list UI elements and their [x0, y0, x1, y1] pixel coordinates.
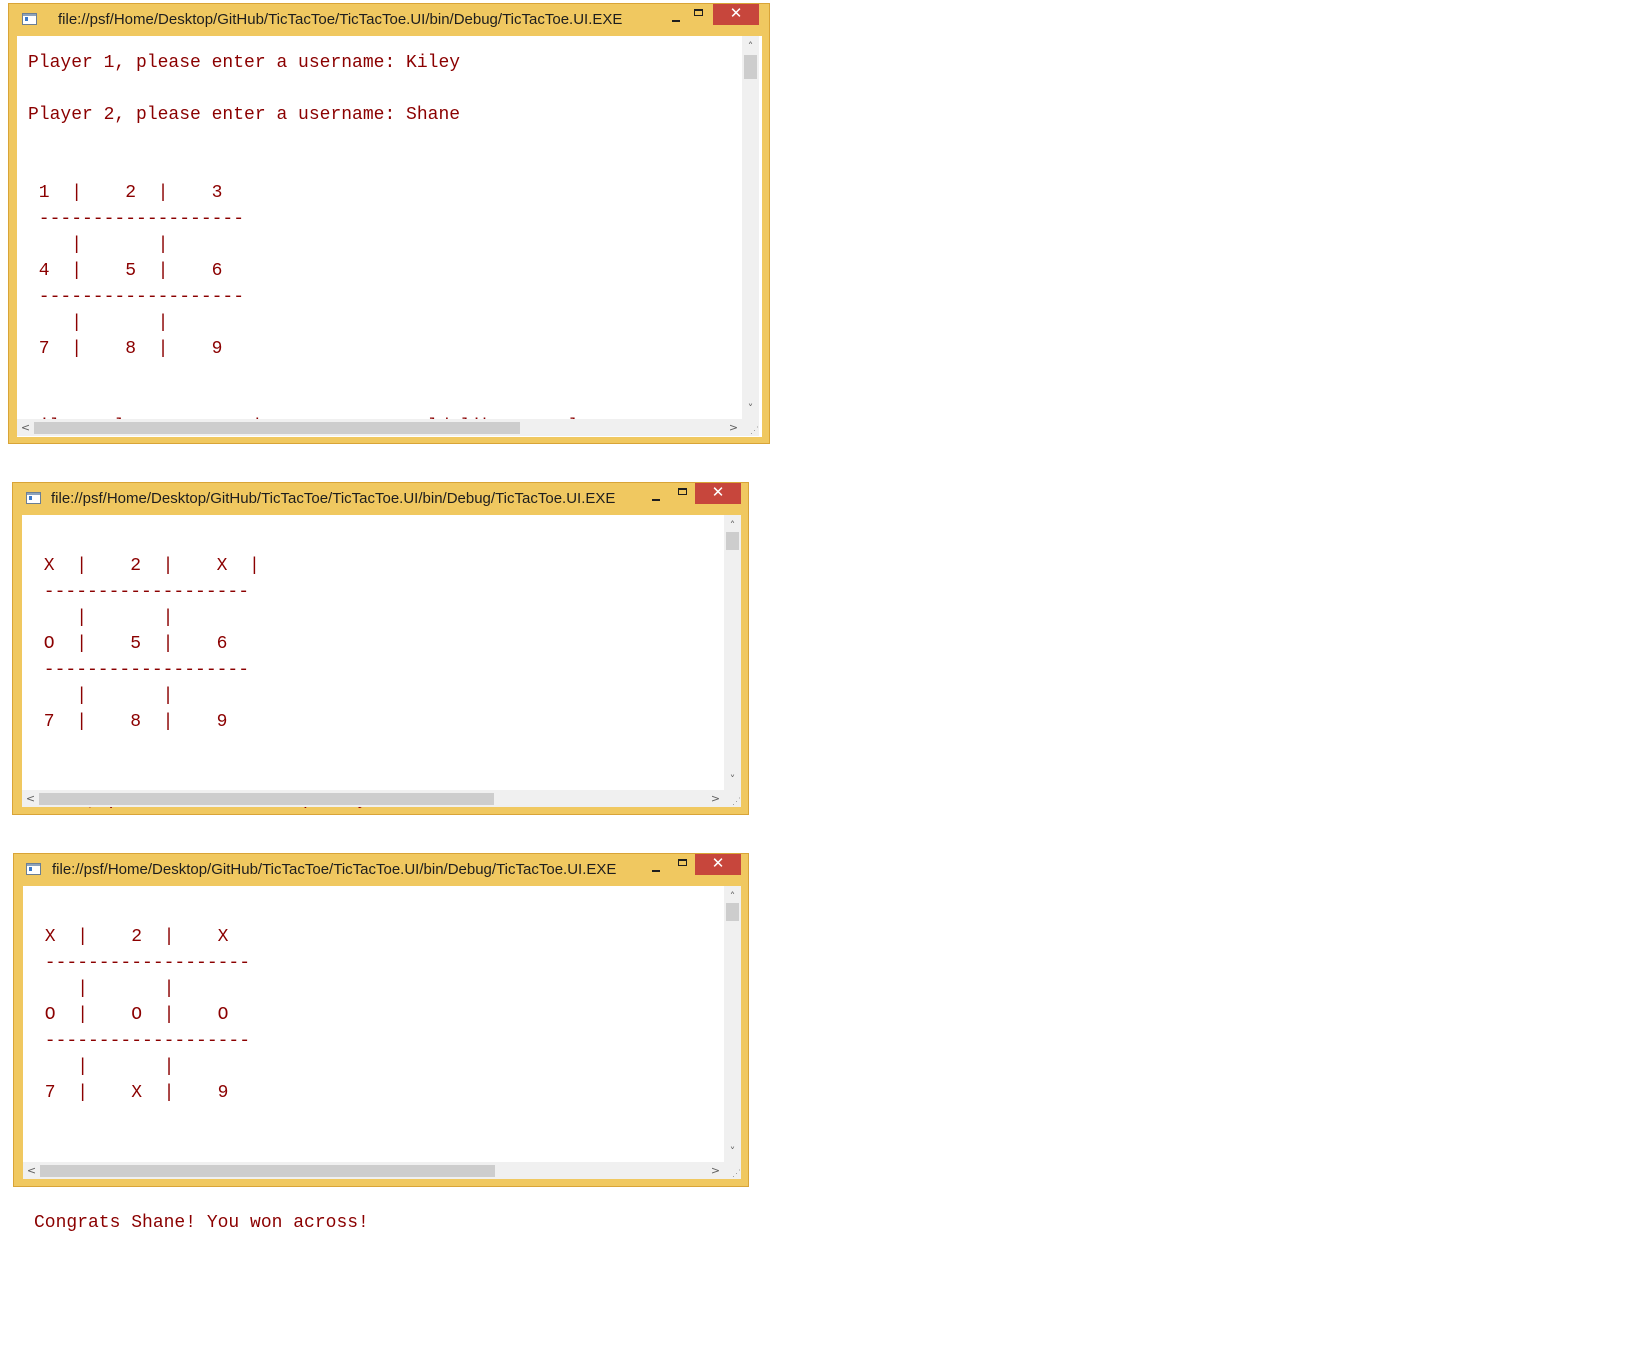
scroll-left-arrow[interactable]: <	[23, 1162, 40, 1179]
close-button[interactable]: ✕	[695, 854, 741, 875]
vertical-scroll-thumb[interactable]	[726, 532, 739, 550]
console-app-icon[interactable]	[26, 863, 41, 875]
window-title: file://psf/Home/Desktop/GitHub/TicTacToe…	[52, 861, 617, 878]
window-title: file://psf/Home/Desktop/GitHub/TicTacToe…	[51, 490, 616, 507]
resize-grip-icon[interactable]: ⋰	[724, 790, 741, 807]
console-app-icon[interactable]	[26, 492, 41, 504]
console-line: Player 2, please enter a username: Shane	[28, 105, 461, 125]
console-area[interactable]: Player 1, please enter a username: Kiley…	[17, 36, 762, 437]
horizontal-scrollbar[interactable]: < >	[17, 419, 742, 436]
console-line: O | 5 | 6	[33, 634, 228, 654]
console-line: -------------------	[33, 582, 250, 602]
console-line: X | 2 | X |	[33, 556, 260, 576]
scroll-down-arrow[interactable]: ˅	[724, 1143, 741, 1160]
close-button[interactable]: ✕	[695, 483, 741, 504]
horizontal-scrollbar[interactable]: < >	[23, 1162, 724, 1179]
console-line: 1 | 2 | 3	[28, 183, 223, 203]
scroll-up-arrow[interactable]: ˄	[742, 38, 759, 55]
console-app-icon[interactable]	[22, 13, 37, 25]
console-line: | |	[34, 979, 175, 999]
title-bar[interactable]: file://psf/Home/Desktop/GitHub/TicTacToe…	[9, 4, 769, 36]
console-line: | |	[34, 1057, 175, 1077]
scroll-right-arrow[interactable]: >	[707, 790, 724, 807]
console-line: -------------------	[34, 1031, 251, 1051]
vertical-scrollbar[interactable]: ˄ ˅	[724, 515, 741, 790]
vertical-scrollbar[interactable]: ˄ ˅	[724, 886, 741, 1162]
maximize-button[interactable]	[678, 488, 687, 495]
console-line: -------------------	[28, 287, 245, 307]
console-line: | |	[33, 608, 174, 628]
maximize-button[interactable]	[694, 9, 703, 16]
console-output: X | 2 | X | ------------------- | | O | …	[33, 527, 649, 813]
scroll-right-arrow[interactable]: >	[707, 1162, 724, 1179]
vertical-scrollbar[interactable]: ˄ ˅	[742, 36, 759, 419]
console-output: Player 1, please enter a username: Kiley…	[28, 50, 622, 440]
minimize-button[interactable]	[644, 485, 668, 507]
console-line: O | O | O	[34, 1005, 229, 1025]
console-line: 7 | 8 | 9	[33, 712, 228, 732]
title-bar[interactable]: file://psf/Home/Desktop/GitHub/TicTacToe…	[14, 854, 748, 886]
resize-grip-icon[interactable]: ⋰	[742, 419, 759, 436]
console-line: X | 2 | X	[34, 927, 229, 947]
console-line: 4 | 5 | 6	[28, 261, 223, 281]
console-line: Player 1, please enter a username: Kiley	[28, 53, 461, 73]
console-area[interactable]: X | 2 | X | ------------------- | | O | …	[22, 515, 741, 810]
console-window-1[interactable]: file://psf/Home/Desktop/GitHub/TicTacToe…	[8, 3, 770, 444]
console-line: -------------------	[28, 209, 245, 229]
scroll-left-arrow[interactable]: <	[22, 790, 39, 807]
maximize-button[interactable]	[678, 859, 687, 866]
scroll-left-arrow[interactable]: <	[17, 419, 34, 436]
vertical-scroll-thumb[interactable]	[744, 55, 757, 79]
console-window-3[interactable]: file://psf/Home/Desktop/GitHub/TicTacToe…	[13, 853, 749, 1233]
console-line: 7 | 8 | 9	[28, 339, 223, 359]
console-line: -------------------	[33, 660, 250, 680]
close-button[interactable]: ✕	[713, 4, 759, 25]
minimize-button[interactable]	[644, 856, 668, 878]
console-window-2[interactable]: file://psf/Home/Desktop/GitHub/TicTacToe…	[12, 482, 749, 815]
console-output: X | 2 | X ------------------- | | O | O …	[34, 898, 369, 1236]
scroll-down-arrow[interactable]: ˅	[724, 771, 741, 788]
scroll-right-arrow[interactable]: >	[725, 419, 742, 436]
console-line: -------------------	[34, 953, 251, 973]
console-line: 7 | X | 9	[34, 1083, 229, 1103]
horizontal-scroll-thumb[interactable]	[39, 793, 494, 805]
console-line: Congrats Shane! You won across!	[34, 1213, 369, 1233]
minimize-button[interactable]	[664, 6, 688, 28]
console-line: | |	[33, 686, 174, 706]
window-title: file://psf/Home/Desktop/GitHub/TicTacToe…	[58, 11, 623, 28]
horizontal-scroll-thumb[interactable]	[34, 422, 520, 434]
horizontal-scroll-thumb[interactable]	[40, 1165, 495, 1177]
console-area[interactable]: X | 2 | X ------------------- | | O | O …	[23, 886, 741, 1233]
resize-grip-icon[interactable]: ⋰	[724, 1162, 741, 1179]
console-line: | |	[28, 313, 169, 333]
scroll-down-arrow[interactable]: ˅	[742, 400, 759, 417]
horizontal-scrollbar[interactable]: < >	[22, 790, 724, 807]
vertical-scroll-thumb[interactable]	[726, 903, 739, 921]
console-line: | |	[28, 235, 169, 255]
title-bar[interactable]: file://psf/Home/Desktop/GitHub/TicTacToe…	[13, 483, 748, 515]
